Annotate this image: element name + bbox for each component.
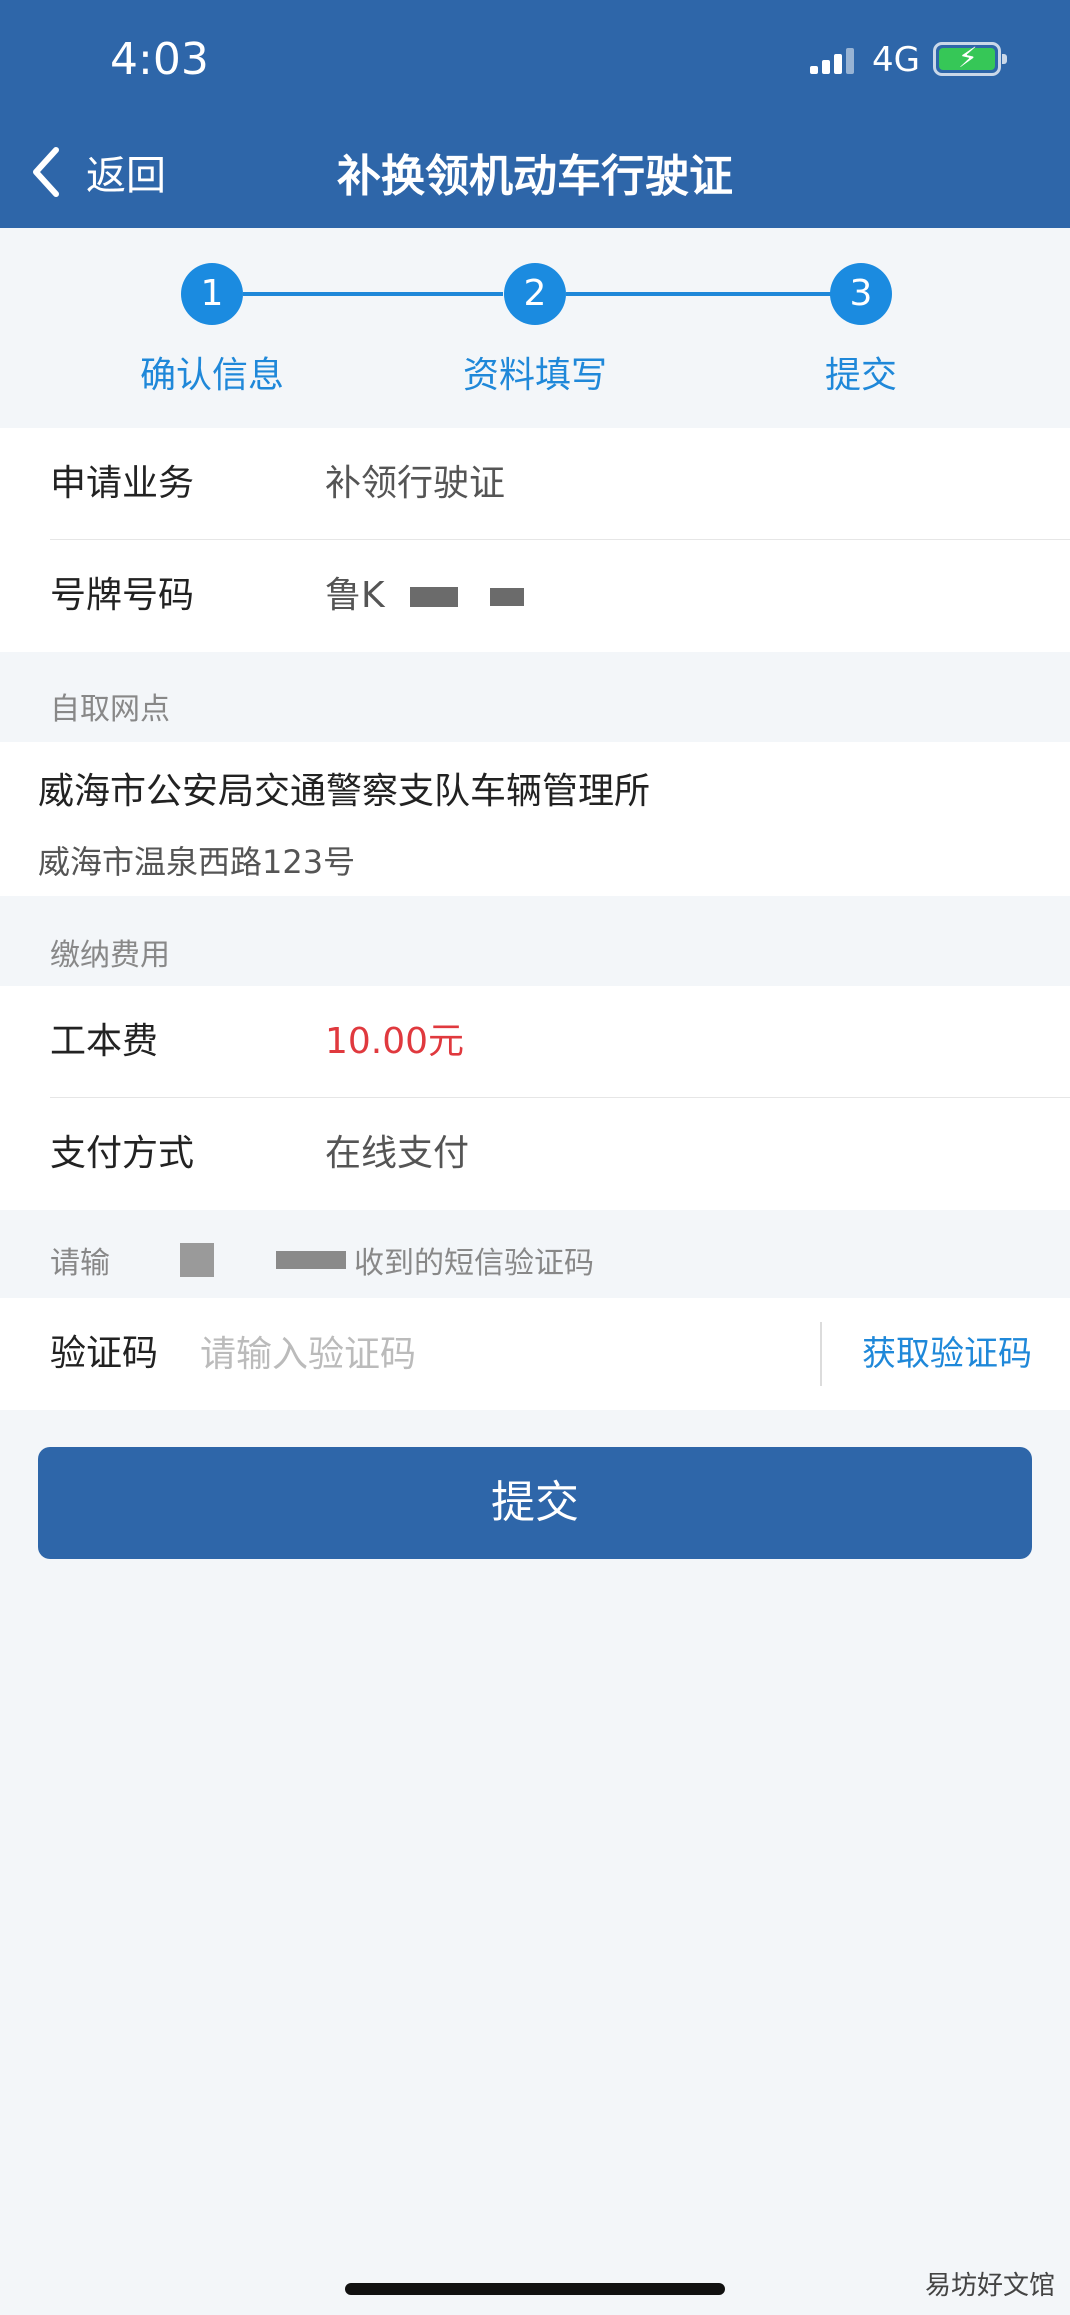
pickup-name: 威海市公安局交通警察支队车辆管理所 <box>38 771 651 812</box>
code-label: 验证码 <box>50 1333 159 1374</box>
plate-value: 鲁K <box>325 540 524 652</box>
step-3-badge: 3 <box>830 263 892 325</box>
status-time: 4:03 <box>110 34 209 85</box>
redacted-phone <box>276 1251 346 1269</box>
fee-value: 10.00元 <box>325 1021 465 1062</box>
step-connector <box>243 292 503 296</box>
step-2-label: 资料填写 <box>462 355 607 396</box>
code-row-inner: 验证码 获取验证码 <box>0 1298 1070 1410</box>
watermark: 易坊好文馆 <box>925 2271 1056 2301</box>
network-type: 4G <box>872 40 920 80</box>
fee-label: 工本费 <box>50 1021 159 1062</box>
pickup-address: 威海市温泉西路123号 <box>38 843 356 881</box>
payment-row[interactable]: 支付方式 在线支付 <box>0 1098 1070 1210</box>
progress-stepper: 1 确认信息 2 资料填写 3 提交 <box>0 228 1070 428</box>
fee-section-label: 缴纳费用 <box>50 938 170 973</box>
page-title: 补换领机动车行驶证 <box>337 151 733 202</box>
fee-info: 工本费 10.00元 支付方式 在线支付 <box>0 986 1070 1210</box>
code-row: 验证码 获取验证码 <box>0 1298 1070 1410</box>
sms-hint-prefix: 请输 <box>50 1246 110 1281</box>
redacted-phone <box>180 1243 214 1277</box>
step-3-label: 提交 <box>824 355 897 396</box>
application-info: 申请业务 补领行驶证 号牌号码 鲁K <box>0 428 1070 652</box>
plate-prefix: 鲁K <box>325 575 385 616</box>
plate-row: 号牌号码 鲁K <box>0 540 1070 652</box>
battery-icon: ⚡ <box>933 42 1007 76</box>
step-connector <box>566 292 831 296</box>
signal-icon <box>810 48 858 74</box>
business-label: 申请业务 <box>50 463 195 504</box>
redacted-plate <box>489 588 524 606</box>
divider <box>820 1322 822 1386</box>
step-2-badge: 2 <box>504 263 566 325</box>
fee-row: 工本费 10.00元 <box>0 986 1070 1098</box>
business-value: 补领行驶证 <box>325 463 506 504</box>
business-row: 申请业务 补领行驶证 <box>0 428 1070 540</box>
sms-hint-suffix: 收到的短信验证码 <box>354 1246 594 1281</box>
verification-code-input[interactable] <box>200 1298 800 1410</box>
sms-hint: 请输 收到的短信验证码 <box>50 1238 594 1282</box>
get-code-button[interactable]: 获取验证码 <box>862 1298 1032 1410</box>
redacted-plate <box>410 587 459 607</box>
payment-label: 支付方式 <box>50 1133 195 1174</box>
step-1-label: 确认信息 <box>139 355 284 396</box>
plate-label: 号牌号码 <box>50 575 195 616</box>
pickup-location[interactable]: 威海市公安局交通警察支队车辆管理所 威海市温泉西路123号 <box>0 742 1070 896</box>
submit-button[interactable]: 提交 <box>38 1447 1032 1559</box>
step-1-badge: 1 <box>181 263 243 325</box>
home-indicator[interactable] <box>345 2283 725 2295</box>
app-header: 4:03 4G ⚡ 返回 补换领机动车行驶证 <box>0 0 1070 228</box>
payment-value: 在线支付 <box>325 1133 470 1174</box>
pickup-section-label: 自取网点 <box>50 692 170 727</box>
